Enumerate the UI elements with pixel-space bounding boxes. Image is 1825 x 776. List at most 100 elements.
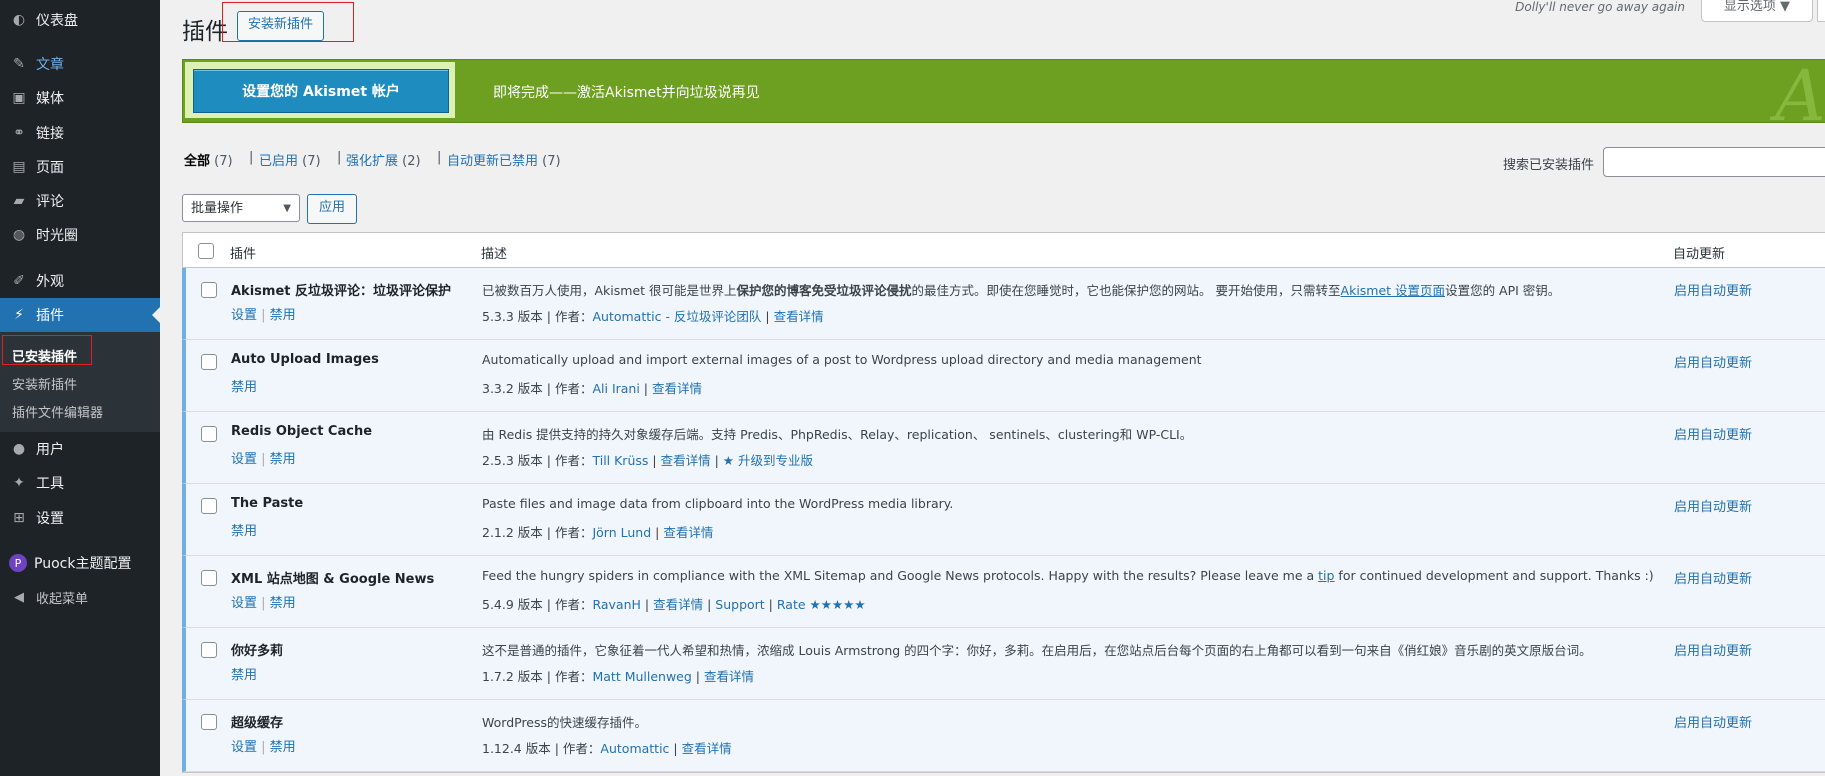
help-tab[interactable]: [1817, 0, 1825, 22]
bulk-actions-select[interactable]: 批量操作 ▼: [182, 194, 300, 222]
submenu-add-new[interactable]: 安装新插件: [12, 374, 77, 393]
deactivate-link[interactable]: 禁用: [270, 452, 296, 467]
user-icon: ●: [12, 441, 26, 457]
apply-button[interactable]: 应用: [307, 194, 357, 224]
menu-dashboard[interactable]: ◐ 仪表盘: [0, 3, 160, 37]
screen-options-button[interactable]: 显示选项 ▼: [1701, 0, 1813, 22]
author-link[interactable]: RavanH: [592, 597, 640, 612]
row-checkbox[interactable]: [201, 282, 217, 298]
menu-posts[interactable]: ✎ 文章: [0, 47, 160, 81]
menu-label: 设置: [36, 511, 64, 527]
table-row: The Paste 禁用 Paste files and image data …: [182, 484, 1825, 556]
filter-separator: |: [249, 150, 254, 165]
desc-text: Feed the hungry spiders in compliance wi…: [482, 568, 1319, 583]
submenu-plugin-editor[interactable]: 插件文件编辑器: [12, 402, 103, 421]
rate-link[interactable]: Rate ★★★★★: [777, 597, 866, 612]
plugin-name: Akismet 反垃圾评论：垃圾评论保护: [231, 284, 452, 299]
tip-link[interactable]: tip: [1318, 568, 1334, 583]
settings-link[interactable]: 设置: [231, 596, 257, 611]
plugin-name: The Paste: [231, 496, 304, 511]
settings-link[interactable]: 设置: [231, 740, 257, 755]
filter-all[interactable]: 全部 (7): [184, 150, 233, 169]
menu-tools[interactable]: ✦ 工具: [0, 466, 160, 500]
view-details-link[interactable]: 查看详情: [704, 669, 754, 684]
plugin-version: 2.5.3 版本: [482, 453, 543, 468]
enable-auto-update-link[interactable]: 启用自动更新: [1674, 352, 1752, 371]
filter-separator: |: [437, 150, 442, 165]
filter-separator: |: [337, 150, 342, 165]
column-plugin-header[interactable]: 插件: [230, 243, 256, 262]
support-link[interactable]: Support: [715, 597, 764, 612]
view-details-link[interactable]: 查看详情: [653, 597, 703, 612]
menu-appearance[interactable]: ✐ 外观: [0, 264, 160, 298]
row-checkbox[interactable]: [201, 426, 217, 442]
enable-auto-update-link[interactable]: 启用自动更新: [1674, 496, 1752, 515]
enable-auto-update-link[interactable]: 启用自动更新: [1674, 424, 1752, 443]
author-link[interactable]: Automattic - 反垃圾评论团队: [592, 309, 761, 324]
filter-must-use-count: (2): [402, 154, 421, 169]
author-link[interactable]: Matt Mullenweg: [592, 669, 691, 684]
akismet-setup-button[interactable]: 设置您的 Akismet 帐户: [193, 69, 449, 113]
highlight-box: [2, 335, 92, 365]
row-checkbox[interactable]: [201, 570, 217, 586]
hello-dolly-quote: Dolly'll never go away again: [1515, 0, 1685, 14]
search-plugins-label: 搜索已安装插件: [1503, 158, 1595, 173]
plugin-description: 这不是普通的插件，它象征着一代人希望和热情，浓缩成 Louis Armstron…: [482, 643, 1592, 658]
menu-pages[interactable]: ▤ 页面: [0, 150, 160, 184]
row-checkbox[interactable]: [201, 498, 217, 514]
menu-moments[interactable]: ◍ 时光圈: [0, 218, 160, 252]
view-details-link[interactable]: 查看详情: [652, 381, 702, 396]
upgrade-pro-link[interactable]: ★ 升级到专业版: [723, 453, 813, 468]
paintbrush-icon: ✐: [13, 273, 25, 289]
search-plugins-input[interactable]: [1603, 147, 1825, 177]
settings-icon: ⊞: [13, 510, 25, 526]
deactivate-link[interactable]: 禁用: [231, 380, 257, 395]
comment-icon: ▰: [13, 193, 25, 209]
menu-label: 仪表盘: [36, 13, 78, 29]
author-link[interactable]: Jörn Lund: [592, 525, 651, 540]
enable-auto-update-link[interactable]: 启用自动更新: [1674, 280, 1752, 299]
select-all-checkbox[interactable]: [198, 243, 214, 259]
view-details-link[interactable]: 查看详情: [661, 453, 711, 468]
author-label: 作者：: [554, 597, 593, 612]
plugin-description: 已被数百万人使用，Akismet 很可能是世界上保护您的博客免受垃圾评论侵扰的最…: [482, 280, 1560, 299]
author-link[interactable]: Automattic: [600, 741, 669, 756]
filter-must-use[interactable]: 强化扩展 (2): [346, 150, 421, 169]
menu-puock[interactable]: P Puock主题配置: [0, 546, 160, 580]
link-icon: ⚭: [13, 125, 25, 141]
desc-text: for continued development and support. T…: [1334, 568, 1654, 583]
desc-text: 已被数百万人使用，Akismet 很可能是世界上: [482, 283, 737, 298]
menu-settings[interactable]: ⊞ 设置: [0, 501, 160, 535]
menu-plugins[interactable]: ⚡ 插件: [0, 298, 160, 332]
menu-users[interactable]: ● 用户: [0, 432, 160, 466]
deactivate-link[interactable]: 禁用: [270, 740, 296, 755]
view-details-link[interactable]: 查看详情: [682, 741, 732, 756]
row-checkbox[interactable]: [201, 354, 217, 370]
akismet-settings-link[interactable]: Akismet 设置页面: [1341, 283, 1446, 298]
author-link[interactable]: Ali Irani: [592, 381, 639, 396]
plugins-table: 插件 描述 自动更新 Akismet 反垃圾评论：垃圾评论保护 设置 | 禁用 …: [182, 232, 1825, 773]
plugin-meta: 2.5.3 版本 | 作者：Till Krüss | 查看详情 | ★ 升级到专…: [482, 453, 813, 468]
settings-link[interactable]: 设置: [231, 452, 257, 467]
enable-auto-update-link[interactable]: 启用自动更新: [1674, 568, 1752, 587]
menu-comments[interactable]: ▰ 评论: [0, 184, 160, 218]
menu-collapse[interactable]: ◀ 收起菜单: [0, 580, 160, 614]
row-checkbox[interactable]: [201, 642, 217, 658]
menu-links[interactable]: ⚭ 链接: [0, 116, 160, 150]
deactivate-link[interactable]: 禁用: [270, 596, 296, 611]
view-details-link[interactable]: 查看详情: [774, 309, 824, 324]
enable-auto-update-link[interactable]: 启用自动更新: [1674, 640, 1752, 659]
row-checkbox[interactable]: [201, 714, 217, 730]
filter-auto-update-disabled[interactable]: 自动更新已禁用 (7): [447, 150, 561, 169]
enable-auto-update-link[interactable]: 启用自动更新: [1674, 712, 1752, 731]
deactivate-link[interactable]: 禁用: [270, 308, 296, 323]
author-link[interactable]: Till Krüss: [592, 453, 648, 468]
view-details-link[interactable]: 查看详情: [663, 525, 713, 540]
settings-link[interactable]: 设置: [231, 308, 257, 323]
filter-auto-disabled-label: 自动更新已禁用: [447, 154, 539, 169]
menu-media[interactable]: ▣ 媒体: [0, 81, 160, 115]
deactivate-link[interactable]: 禁用: [231, 524, 257, 539]
filter-active[interactable]: 已启用 (7): [259, 150, 321, 169]
deactivate-link[interactable]: 禁用: [231, 668, 257, 683]
filter-all-count: (7): [214, 154, 233, 169]
